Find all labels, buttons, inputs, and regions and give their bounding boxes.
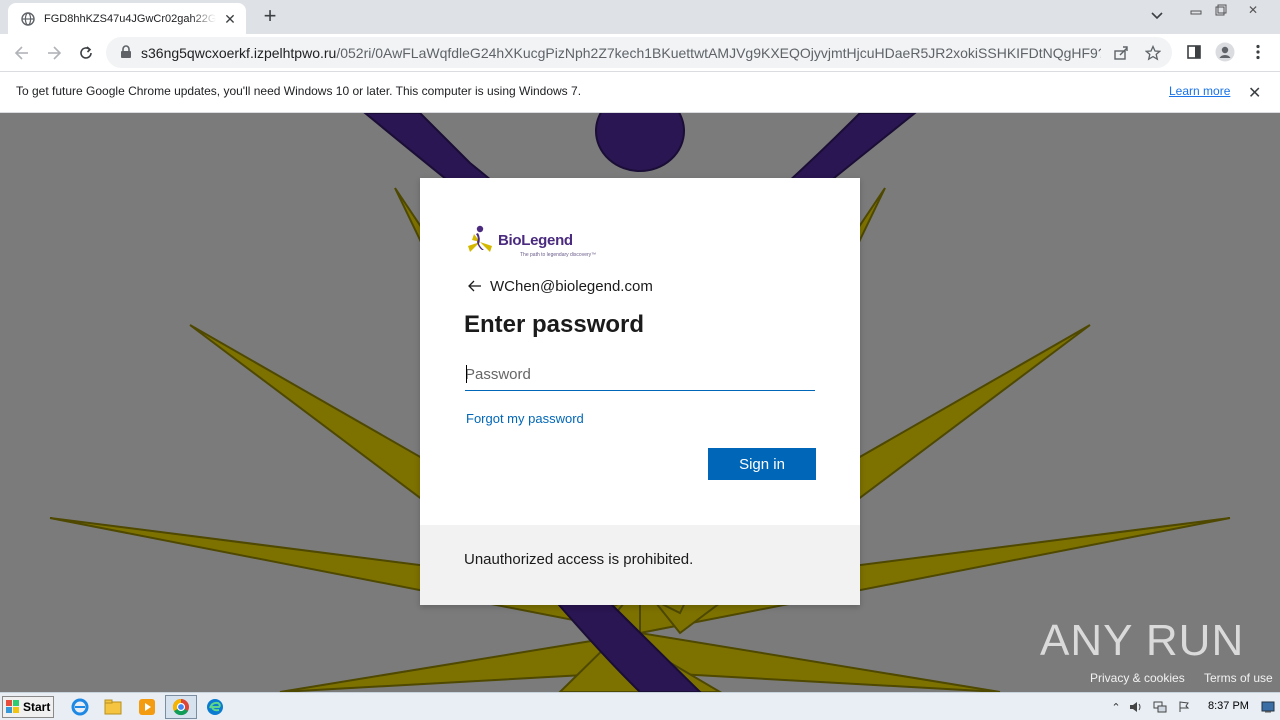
page-viewport: BioLegend The path to legendary discover… (0, 113, 1280, 692)
anyrun-watermark: ANY RUN (1040, 611, 1244, 671)
browser-toolbar: s36ng5qwcxoerkf.izpelhtpwo.ru/052ri/0AwF… (0, 34, 1280, 71)
profile-avatar-icon[interactable] (1215, 42, 1235, 62)
privacy-link[interactable]: Privacy & cookies (1090, 671, 1185, 685)
lock-icon[interactable] (120, 45, 132, 59)
page-title: Enter password (464, 311, 645, 338)
url-text[interactable]: s36ng5qwcxoerkf.izpelhtpwo.ru/052ri/0AwF… (141, 45, 1101, 61)
edge-icon[interactable] (205, 697, 225, 717)
learn-more-link[interactable]: Learn more (1169, 84, 1230, 98)
sign-in-button[interactable]: Sign in (708, 448, 816, 480)
watermark-text: ANY RUN (1040, 616, 1245, 665)
taskbar-clock[interactable]: 8:37 PM (1208, 700, 1249, 712)
back-arrow-icon[interactable] (9, 40, 35, 66)
biolegend-figure-icon (468, 225, 492, 252)
url-host: s36ng5qwcxoerkf.izpelhtpwo.ru (141, 45, 337, 61)
windows-logo-icon (6, 700, 19, 713)
file-explorer-icon[interactable] (103, 697, 123, 717)
chrome-icon[interactable] (171, 697, 191, 717)
show-desktop-icon[interactable] (1260, 699, 1276, 715)
update-infobar: To get future Google Chrome updates, you… (0, 71, 1280, 113)
address-bar[interactable]: s36ng5qwcxoerkf.izpelhtpwo.ru/052ri/0AwF… (106, 37, 1172, 68)
internet-explorer-icon[interactable] (70, 697, 90, 717)
new-tab-button[interactable]: + (258, 5, 282, 29)
forward-arrow-icon[interactable] (41, 40, 67, 66)
start-button[interactable]: Start (2, 696, 54, 718)
kebab-menu-icon[interactable] (1248, 42, 1268, 62)
browser-tab[interactable]: FGD8hhKZS47u4JGwCr02gah22GVP ✕ (8, 3, 246, 34)
reload-icon[interactable] (73, 40, 99, 66)
back-arrow-icon[interactable] (468, 279, 482, 297)
card-footer: Unauthorized access is prohibited. (420, 525, 860, 605)
minimize-icon[interactable] (1183, 0, 1209, 20)
share-icon[interactable] (1112, 44, 1130, 62)
globe-icon (20, 11, 36, 27)
volume-icon[interactable] (1128, 699, 1144, 715)
text-caret (466, 365, 467, 383)
tray-expand-icon[interactable]: ⌃ (1108, 699, 1124, 715)
tab-strip: FGD8hhKZS47u4JGwCr02gah22GVP ✕ + ✕ (0, 0, 1280, 34)
terms-link[interactable]: Terms of use (1204, 671, 1273, 685)
star-icon[interactable] (1144, 44, 1162, 62)
forgot-password-link[interactable]: Forgot my password (466, 411, 584, 426)
biolegend-logo: BioLegend The path to legendary discover… (466, 222, 616, 262)
restore-icon[interactable] (1208, 0, 1234, 20)
url-path: /052ri/0AwFLaWqfdleG24hXKucgPizNph2Z7kec… (336, 45, 1101, 61)
tab-close-icon[interactable]: ✕ (222, 11, 238, 27)
infobar-message: To get future Google Chrome updates, you… (16, 84, 582, 98)
login-card: BioLegend The path to legendary discover… (420, 178, 860, 605)
tab-title: FGD8hhKZS47u4JGwCr02gah22GVP (44, 12, 216, 25)
media-player-icon[interactable] (137, 697, 157, 717)
infobar-close-icon[interactable]: ✕ (1248, 83, 1261, 103)
chevron-down-icon[interactable] (1150, 8, 1170, 26)
account-identity[interactable]: WChen@biolegend.com (490, 278, 653, 295)
window-close-icon[interactable]: ✕ (1240, 0, 1266, 20)
footer-notice: Unauthorized access is prohibited. (464, 551, 694, 568)
action-center-flag-icon[interactable] (1176, 699, 1192, 715)
side-panel-icon[interactable] (1184, 42, 1204, 62)
password-input[interactable] (465, 358, 815, 391)
start-label: Start (23, 700, 51, 714)
network-icon[interactable] (1152, 699, 1168, 715)
brand-tagline: The path to legendary discovery™ (520, 252, 597, 258)
brand-name: BioLegend (498, 232, 573, 249)
windows-taskbar: Start ⌃ 8:37 PM (0, 692, 1280, 720)
